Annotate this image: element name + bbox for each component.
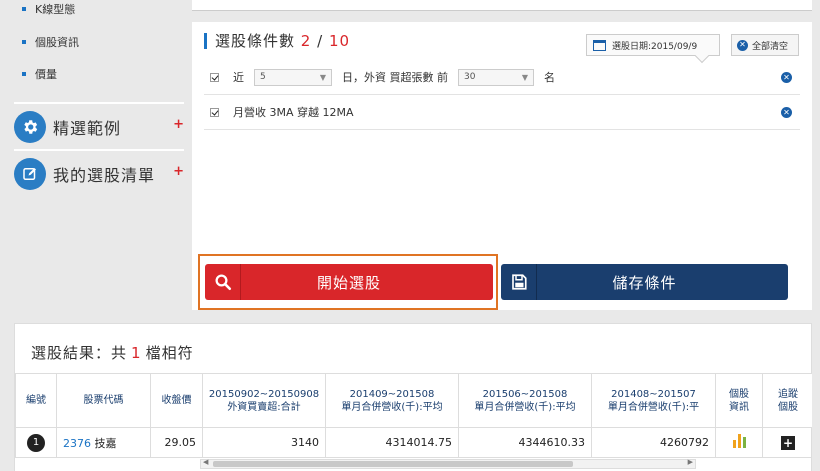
scroll-right-icon[interactable]: ▶ [688,458,693,466]
foreign-net-cell: 3140 [202,427,326,458]
dropdown-arrow-icon: ▼ [319,72,326,82]
calendar-icon [593,39,606,51]
col-header-rev1[interactable]: 201409~201508 單月合併營收(千):平均 [325,373,459,428]
rank-badge: 1 [27,433,45,452]
col-header-rev3[interactable]: 201408~201507 單月合併營收(千):平 [591,373,716,428]
stock-code-link[interactable]: 2376 [63,437,91,450]
close-price-cell: 29.05 [150,427,203,458]
sidebar-item-stock-info[interactable]: 個股資訊 [22,35,79,51]
sidebar-divider [14,102,184,104]
rank-select[interactable]: 30 ▼ [458,68,534,86]
scrollbar-thumb[interactable] [213,461,573,467]
stock-name: 技嘉 [94,436,117,450]
bullet-icon [22,40,26,44]
stock-info-chart-icon[interactable] [732,434,746,448]
condition-checkbox[interactable] [210,72,219,82]
condition-row: 月營收 3MA 穿越 12MA ✕ [204,95,800,130]
col-header-rev2[interactable]: 201506~201508 單月合併營收(千):平均 [458,373,592,428]
start-screening-button[interactable]: 開始選股 [205,264,493,300]
remove-condition-icon[interactable]: ✕ [781,72,792,83]
revenue-cell: 4260792 [591,427,716,458]
col-header-info: 個股 資訊 [715,373,763,428]
revenue-cell: 4314014.75 [325,427,459,458]
close-icon: ✕ [737,39,748,51]
sidebar-item-price-volume[interactable]: 價量 [22,67,57,83]
expand-plus-icon[interactable]: + [173,164,184,179]
col-header-code[interactable]: 股票代碼 [56,373,151,428]
revenue-cell: 4344610.33 [458,427,592,458]
expand-plus-icon[interactable]: + [173,117,184,132]
horizontal-scrollbar[interactable]: ◀ ▶ [200,458,696,469]
sidebar-group-label: 精選範例 [53,119,122,138]
sidebar-divider [14,149,184,151]
dropdown-arrow-icon: ▼ [521,72,528,82]
date-selector[interactable]: 選股日期:2015/09/9 [586,34,720,64]
floppy-disk-icon [501,264,537,300]
results-count: 1 [131,344,142,362]
add-tracking-icon[interactable]: + [781,435,795,450]
sidebar: K線型態 個股資訊 價量 精選範例 + 我的選股清單 + [0,0,192,320]
col-header-close[interactable]: 收盤價 [150,373,203,428]
condition-max: 10 [328,32,351,50]
search-icon [205,264,241,300]
sidebar-group-label: 我的選股清單 [53,166,156,185]
results-panel: 選股結果：共 1 檔相符 編號 股票代碼 收盤價 20150902~20150908… [14,323,814,471]
remove-condition-icon[interactable]: ✕ [781,107,792,118]
table-row: 1 2376 技嘉 29.05 3140 4314014.75 4344610.… [15,427,814,458]
results-title: 選股結果：共 1 檔相符 [31,344,194,362]
condition-row: 近 5 ▼ 日，外資 買超張數 前 30 ▼ 名 ✕ [204,60,800,95]
vertical-scrollbar[interactable] [812,0,820,471]
condition-count: 2 [300,32,312,50]
bullet-icon [22,72,26,76]
results-table: 編號 股票代碼 收盤價 20150902~20150908 外資買賣超:合計 20… [15,373,814,458]
sidebar-item-kline[interactable]: K線型態 [22,2,75,18]
save-conditions-button[interactable]: 儲存條件 [501,264,788,300]
table-header-row: 編號 股票代碼 收盤價 20150902~20150908 外資買賣超:合計 20… [15,373,814,428]
bullet-icon [22,7,26,11]
days-select[interactable]: 5 ▼ [254,68,332,86]
condition-checkbox[interactable] [210,107,219,117]
edit-icon [14,158,46,190]
col-header-foreign[interactable]: 20150902~20150908 外資買賣超:合計 [202,373,326,428]
col-header-index: 編號 [15,373,57,428]
col-header-track: 追蹤 個股 [762,373,814,428]
gear-icon [14,111,46,143]
clear-all-button[interactable]: ✕ 全部清空 [731,34,799,56]
scroll-left-icon[interactable]: ◀ [203,458,208,466]
sidebar-group-examples[interactable]: 精選範例 + [14,110,186,144]
top-panel-strip [192,0,812,11]
sidebar-group-my-list[interactable]: 我的選股清單 + [14,157,186,191]
panel-title: 選股條件數 2 / 10 [204,33,350,49]
